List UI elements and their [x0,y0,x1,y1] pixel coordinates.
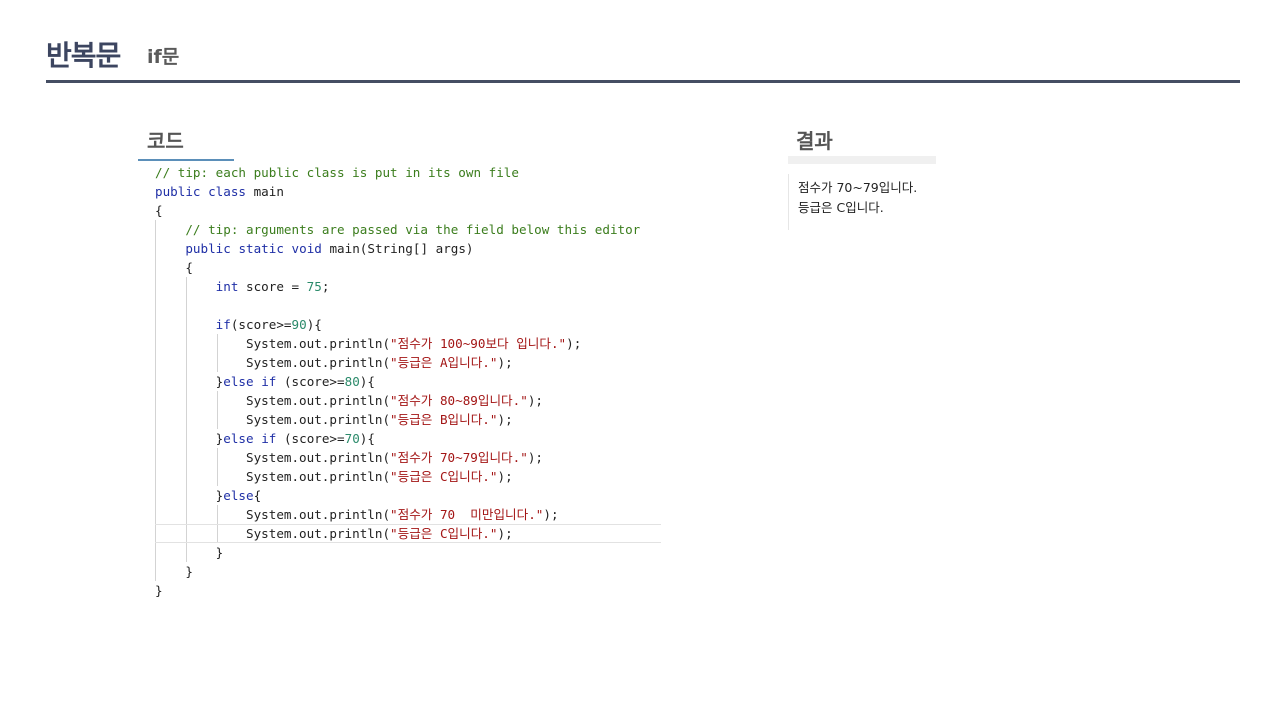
code-line: System.out.println("점수가 70 미만입니다."); [155,507,559,522]
code-line: } [155,564,193,579]
code-line: System.out.println("등급은 A입니다."); [155,355,513,370]
code-line: } [155,545,224,560]
output-line: 점수가 70~79입니다. [798,180,918,195]
code-line: System.out.println("등급은 C입니다."); [155,469,513,484]
code-line: System.out.println("점수가 100~90보다 입니다."); [155,336,582,351]
slide-subtitle: if문 [147,46,180,68]
result-output: 점수가 70~79입니다. 등급은 C입니다. [788,174,937,230]
slide-title: 반복문 [46,39,121,72]
code-line: public class main [155,184,284,199]
output-line: 등급은 C입니다. [798,200,884,215]
code-line: { [155,203,163,218]
code-line: int score = 75; [215,279,330,294]
code-line: // tip: arguments are passed via the fie… [185,222,641,237]
code-line: if(score>=90){ [215,317,322,332]
code-line: // tip: each public class is put in its … [155,165,519,180]
code-section-label: 코드 [147,129,184,153]
code-line: System.out.println("점수가 70~79입니다."); [155,450,543,465]
code-line: }else if (score>=80){ [155,374,375,389]
code-line: System.out.println("등급은 C입니다."); [155,524,661,543]
code-line: { [155,260,193,275]
slide-header: 반복문 if문 [46,34,1240,83]
code-editor[interactable]: // tip: each public class is put in its … [155,163,661,603]
code-line: System.out.println("점수가 80~89입니다."); [155,393,543,408]
code-tab-underline [138,159,234,161]
code-line: }else if (score>=70){ [155,431,375,446]
result-section-label: 결과 [796,129,833,153]
result-header-bar [788,156,936,164]
code-line: public static void main(String[] args) [185,241,474,256]
code-line: System.out.println("등급은 B입니다."); [155,412,513,427]
code-line: } [155,583,163,598]
code-line: }else{ [155,488,262,503]
